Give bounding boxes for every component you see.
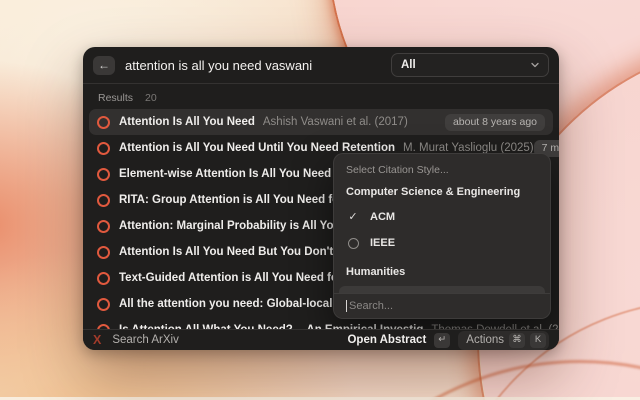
popup-section-humanities: Humanities <box>346 265 538 279</box>
actions-button[interactable]: Actions ⌘ K <box>458 331 549 350</box>
result-row[interactable]: Attention Is All You Need Ashish Vaswani… <box>89 109 553 135</box>
actions-label: Actions <box>466 334 504 346</box>
citation-search-input[interactable] <box>349 300 538 312</box>
results-count: 20 <box>145 92 157 104</box>
radio-icon <box>348 238 359 249</box>
citation-style-popup: Select Citation Style... Computer Scienc… <box>333 153 551 319</box>
check-icon: ✓ <box>347 212 359 223</box>
paper-circle-icon <box>97 194 110 207</box>
paper-circle-icon <box>97 246 110 259</box>
citation-option-ieee[interactable]: IEEE <box>339 231 545 255</box>
citation-option-label: IEEE <box>370 237 395 249</box>
source-label: Search ArXiv <box>112 334 178 346</box>
desktop-wallpaper: ← All Results 20 Attention Is All You Ne… <box>0 0 640 400</box>
citation-option-label: ACM <box>370 211 395 223</box>
popup-title: Select Citation Style... <box>346 163 538 177</box>
filter-dropdown[interactable]: All <box>391 53 549 77</box>
popup-section-cs: Computer Science & Engineering <box>346 185 538 199</box>
result-age-badge: about 8 years ago <box>445 114 545 131</box>
filter-dropdown-value: All <box>401 59 416 71</box>
command-key-icon: ⌘ <box>509 333 525 348</box>
text-cursor <box>346 300 347 312</box>
paper-circle-icon <box>97 142 110 155</box>
back-arrow-icon: ← <box>98 59 110 71</box>
paper-circle-icon <box>97 220 110 233</box>
results-label: Results <box>98 92 133 104</box>
paper-circle-icon <box>97 298 110 311</box>
back-button[interactable]: ← <box>93 56 115 75</box>
result-title: Attention Is All You Need <box>119 116 255 128</box>
chevron-down-icon <box>531 61 539 69</box>
paper-circle-icon <box>97 168 110 181</box>
results-header: Results 20 <box>83 84 559 107</box>
k-key-icon: K <box>530 333 546 348</box>
result-title: Element-wise Attention Is All You Need <box>119 168 331 180</box>
action-bar: X Search ArXiv Open Abstract ↵ Actions ⌘… <box>83 329 559 350</box>
launcher-window: ← All Results 20 Attention Is All You Ne… <box>83 47 559 350</box>
action-bar-right: Open Abstract ↵ Actions ⌘ K <box>347 331 549 350</box>
paper-circle-icon <box>97 272 110 285</box>
popup-search-bar <box>334 293 550 318</box>
arxiv-logo-icon: X <box>93 334 101 347</box>
paper-circle-icon <box>97 116 110 129</box>
search-input[interactable] <box>125 58 391 73</box>
search-header: ← All <box>83 47 559 84</box>
open-abstract-button[interactable]: Open Abstract <box>347 334 426 346</box>
return-key-icon: ↵ <box>434 333 450 348</box>
citation-option-acm[interactable]: ✓ ACM <box>339 205 545 229</box>
result-authors: Ashish Vaswani et al. (2017) <box>263 116 408 128</box>
